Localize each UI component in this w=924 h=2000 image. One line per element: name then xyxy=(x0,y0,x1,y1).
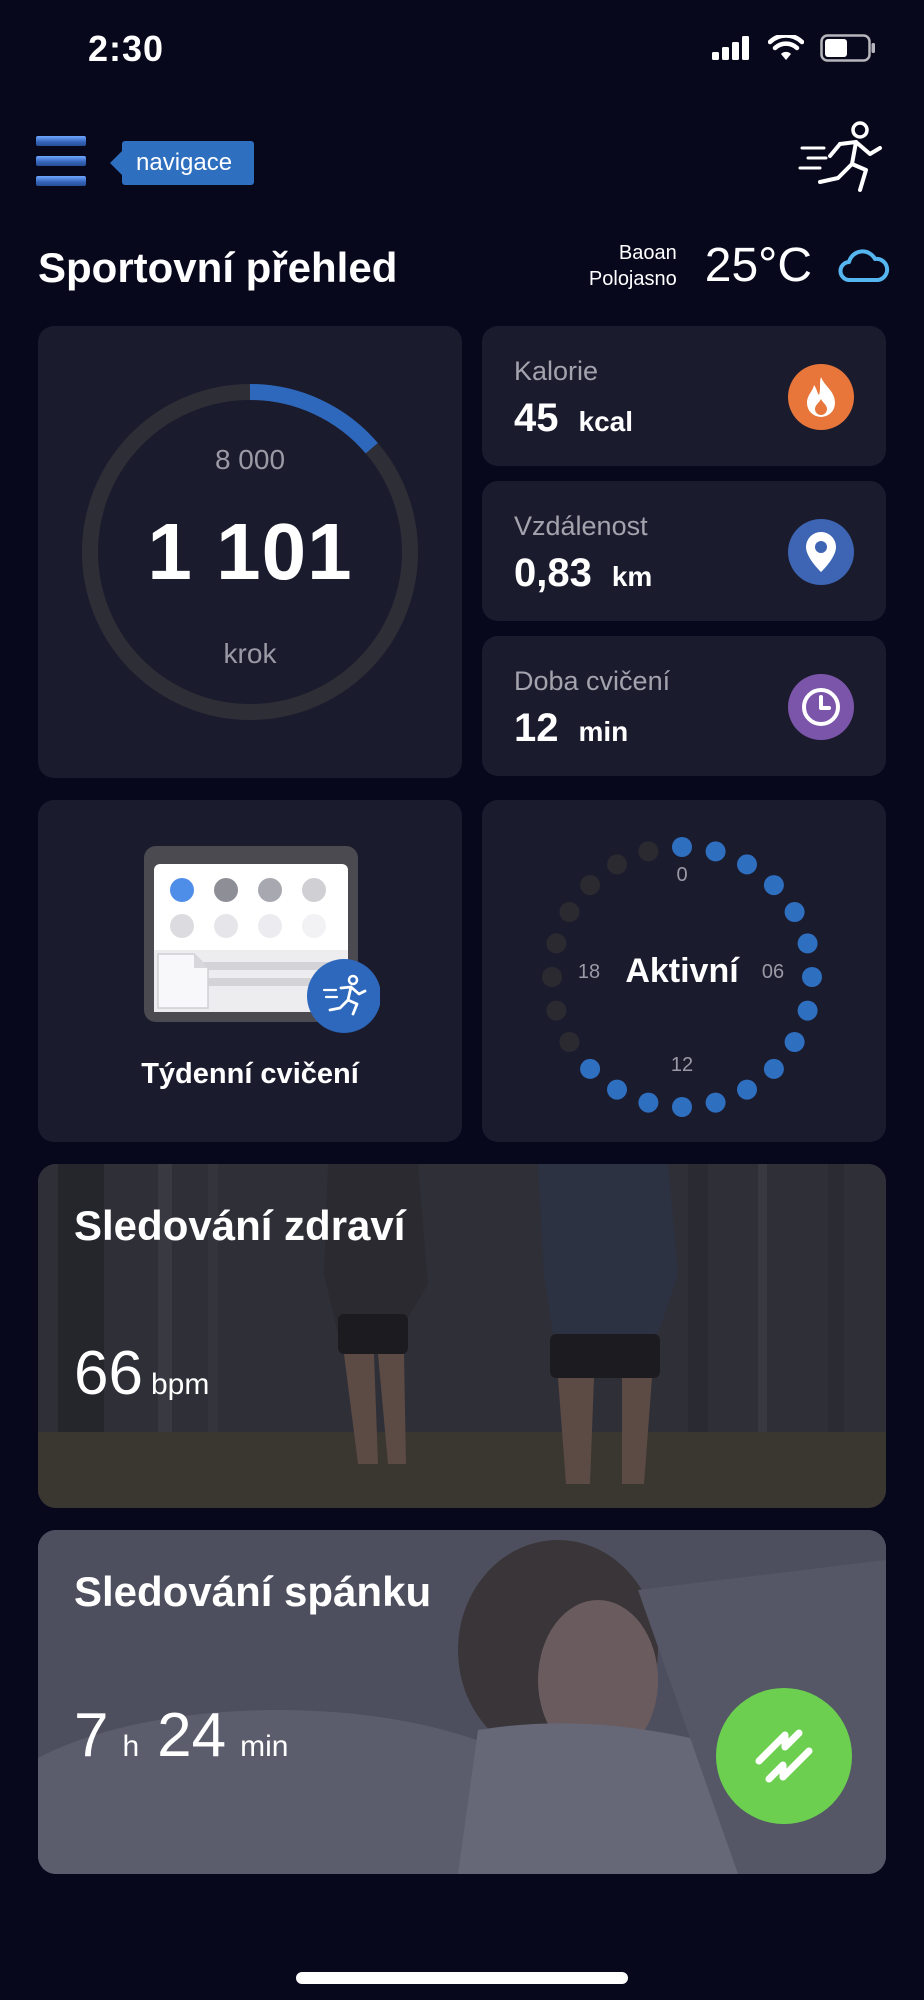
steps-card[interactable]: 8 000 1 101 krok xyxy=(38,326,462,778)
battery-icon xyxy=(820,34,875,62)
activity-hour-dot xyxy=(638,1092,659,1113)
calories-value-row: 45 kcal xyxy=(514,396,633,441)
activity-hour-dot xyxy=(784,1032,805,1052)
cloud-icon xyxy=(838,248,890,282)
sport-overview-screen: 2:30 navigace Sportovní přehled Baoan Po… xyxy=(0,0,924,2000)
home-indicator[interactable] xyxy=(296,1972,628,1984)
calories-label: Kalorie xyxy=(514,356,599,386)
activity-hour-dot xyxy=(802,967,822,987)
exercise-time-value-row: 12 min xyxy=(514,706,628,751)
wifi-icon xyxy=(768,35,804,60)
page-title: Sportovní přehled xyxy=(38,244,398,291)
activity-hour-dot xyxy=(797,1000,818,1021)
heart-rate-unit: bpm xyxy=(150,1368,210,1401)
sleep-hours-value: 7 xyxy=(74,1701,109,1770)
weather-location: Baoan xyxy=(618,241,677,264)
activity-hour-dot xyxy=(737,854,757,875)
activity-hour-dot xyxy=(580,1058,601,1079)
activity-hour-dot xyxy=(638,841,659,862)
weather-condition: Polojasno xyxy=(588,267,677,290)
sleep-tracking-title: Sledování spánku xyxy=(74,1568,432,1615)
calories-unit: kcal xyxy=(578,406,634,437)
activity-hour-dot xyxy=(607,854,627,875)
calories-card[interactable]: Kalorie 45 kcal xyxy=(482,326,886,466)
health-tracking-title: Sledování zdraví xyxy=(74,1202,406,1249)
hamburger-line xyxy=(36,156,86,166)
activity-hour-dot xyxy=(737,1079,757,1100)
activity-hour-dot xyxy=(705,841,726,862)
exercise-time-card[interactable]: Doba cvičení 12 min xyxy=(482,636,886,776)
exercise-time-unit: min xyxy=(578,716,629,747)
activity-card[interactable]: 0 06 12 18 Aktivní xyxy=(482,800,886,1142)
weather-temperature: 25°C xyxy=(704,239,812,292)
sleep-tracking-card[interactable]: Sledování spánku 7 h 24 min xyxy=(38,1530,886,1874)
activity-hour-dot xyxy=(546,933,567,954)
activity-hour-dot xyxy=(705,1092,726,1113)
distance-value-row: 0,83 km xyxy=(514,551,652,596)
hamburger-line xyxy=(36,136,86,146)
calories-value: 45 xyxy=(514,396,559,440)
sleep-minutes-value: 24 xyxy=(157,1701,227,1770)
activity-hour-dot xyxy=(672,837,692,857)
weekly-exercise-label: Týdenní cvičení xyxy=(141,1058,359,1090)
activity-hour-label-0: 0 xyxy=(676,864,687,886)
activity-hour-dot xyxy=(784,902,805,922)
clock-icon xyxy=(788,674,854,740)
activity-hour-label-12: 12 xyxy=(671,1054,693,1076)
weather-widget[interactable]: Baoan Polojasno 25°C xyxy=(589,238,890,293)
heart-rate-value: 66 xyxy=(74,1339,143,1408)
activity-hour-dot xyxy=(580,875,601,896)
activity-hour-label-18: 18 xyxy=(578,961,600,983)
status-icons xyxy=(712,34,876,62)
distance-value: 0,83 xyxy=(514,551,592,595)
activity-hour-dot xyxy=(546,1000,567,1021)
steps-unit: krok xyxy=(223,638,277,669)
sleep-duration-row: 7 h 24 min xyxy=(74,1700,306,1771)
activity-hour-label-06: 06 xyxy=(762,961,784,983)
activity-hour-dot xyxy=(672,1097,692,1117)
exercise-time-value: 12 xyxy=(514,706,559,750)
distance-label: Vzdálenost xyxy=(514,511,648,541)
navigation-tooltip[interactable]: navigace xyxy=(109,141,255,185)
activity-hour-dial: 0 06 12 18 Aktivní xyxy=(542,837,822,1117)
weather-location-block: Baoan Polojasno xyxy=(589,240,677,292)
heart-rate-row: 66 bpm xyxy=(74,1338,209,1409)
sleep-hours-unit: h xyxy=(122,1730,140,1763)
distance-unit: km xyxy=(611,561,653,592)
activity-hour-dot xyxy=(797,933,818,954)
signal-icon xyxy=(712,36,749,60)
activity-hour-dot xyxy=(559,1032,580,1052)
activity-hour-dot xyxy=(542,967,562,987)
steps-goal: 8 000 xyxy=(214,444,286,475)
activity-hour-dot xyxy=(607,1079,627,1100)
menu-button[interactable] xyxy=(36,136,86,186)
health-tracking-card[interactable]: Sledování zdraví 66 bpm xyxy=(38,1164,886,1508)
activity-hour-dot xyxy=(559,902,580,922)
activity-label: Aktivní xyxy=(625,952,740,990)
distance-card[interactable]: Vzdálenost 0,83 km xyxy=(482,481,886,621)
swap-arrows-icon xyxy=(755,1729,813,1783)
hamburger-line xyxy=(36,176,86,186)
weekly-calendar-icon xyxy=(144,846,380,1033)
weekly-exercise-card[interactable]: Týdenní cvičení xyxy=(38,800,462,1142)
status-time: 2:30 xyxy=(88,28,165,69)
sleep-minutes-unit: min xyxy=(240,1730,289,1763)
flame-icon xyxy=(788,364,854,430)
activity-hour-dot xyxy=(763,875,784,896)
activity-hour-dot xyxy=(763,1058,784,1079)
swap-button[interactable] xyxy=(716,1688,852,1824)
steps-count: 1 101 xyxy=(147,507,353,596)
exercise-time-label: Doba cvičení xyxy=(514,666,671,696)
running-person-icon[interactable] xyxy=(798,118,888,208)
location-pin-icon xyxy=(788,519,854,585)
